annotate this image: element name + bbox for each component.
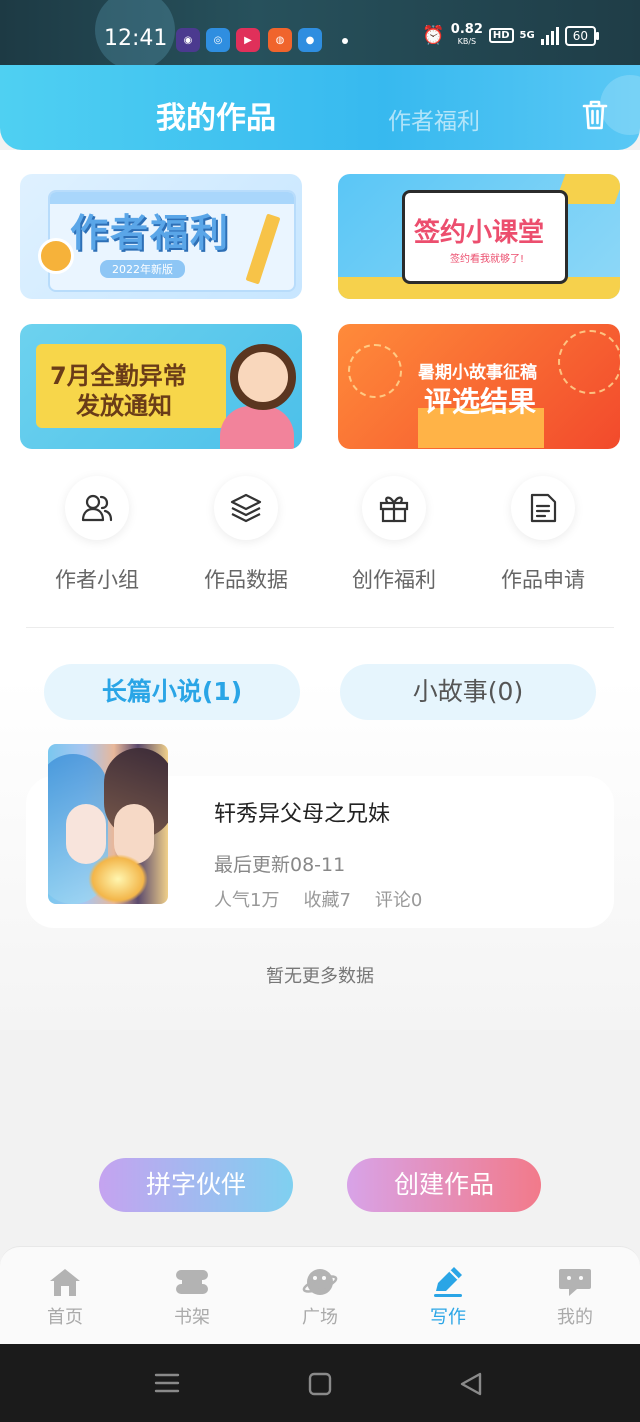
alarm-icon: ⏰ bbox=[422, 25, 445, 46]
alarm-clock-illustration bbox=[38, 238, 74, 274]
girl-illustration-body bbox=[220, 406, 294, 449]
menu-work-application[interactable]: 作品申请 bbox=[473, 476, 613, 594]
signal-icon bbox=[540, 26, 559, 45]
tab-label: 广场 bbox=[302, 1307, 338, 1328]
tab-short-stories[interactable]: 小故事(0) bbox=[340, 664, 596, 720]
system-navigation-bar bbox=[0, 1344, 640, 1422]
top-header: 我的作品 作者福利 bbox=[0, 65, 640, 150]
menu-work-data[interactable]: 作品数据 bbox=[176, 476, 316, 594]
net-speed: 0.82 KB/S bbox=[450, 22, 483, 47]
menu-icon[interactable] bbox=[154, 1372, 180, 1394]
tab-home[interactable]: 首页 bbox=[15, 1265, 115, 1329]
banner-subtitle: 2022年新版 bbox=[100, 260, 185, 278]
section-divider bbox=[26, 627, 614, 628]
app-notification-icon: ● bbox=[298, 28, 322, 52]
work-comments: 评论0 bbox=[374, 890, 423, 911]
book-cover-image[interactable] bbox=[48, 744, 168, 904]
menu-label: 作品数据 bbox=[204, 568, 288, 592]
banner-title: 签约小课堂 bbox=[414, 218, 545, 248]
firework-decoration bbox=[558, 330, 620, 394]
tab-long-novels[interactable]: 长篇小说(1) bbox=[44, 664, 300, 720]
banner-story-contest-results[interactable]: 暑期小故事征稿 评选结果 bbox=[338, 324, 620, 449]
girl-illustration-head bbox=[230, 344, 296, 410]
home-square-icon[interactable] bbox=[308, 1372, 332, 1396]
work-stats: 人气1万 收藏7 评论0 bbox=[214, 886, 422, 912]
chat-face-icon bbox=[555, 1265, 595, 1299]
banner-title: 作者福利 bbox=[70, 211, 231, 255]
network-type: 5G bbox=[519, 30, 535, 41]
tab-label: 写作 bbox=[430, 1307, 466, 1328]
app-notification-icon: ▶ bbox=[236, 28, 260, 52]
tab-label: 我的 bbox=[557, 1307, 593, 1328]
firework-decoration bbox=[348, 344, 402, 398]
bottom-tab-bar: 首页 书架 广场 写作 我的 bbox=[0, 1246, 640, 1345]
net-speed-unit: KB/S bbox=[457, 37, 477, 46]
create-work-button[interactable]: 创建作品 bbox=[347, 1158, 541, 1212]
planet-icon bbox=[300, 1265, 340, 1299]
banner-title-line2: 评选结果 bbox=[424, 385, 537, 418]
tab-bookshelf[interactable]: 书架 bbox=[142, 1265, 242, 1329]
tab-writing[interactable]: 写作 bbox=[398, 1265, 498, 1329]
work-favorites: 收藏7 bbox=[303, 890, 351, 911]
menu-label: 作品申请 bbox=[501, 568, 585, 592]
no-more-data-text: 暂无更多数据 bbox=[266, 966, 374, 987]
app-notification-icon: ◎ bbox=[206, 28, 230, 52]
menu-creation-benefits[interactable]: 创作福利 bbox=[324, 476, 464, 594]
tab-author-benefits[interactable]: 作者福利 bbox=[388, 102, 480, 136]
bookshelf-icon bbox=[172, 1265, 212, 1299]
document-icon bbox=[511, 476, 575, 540]
more-notifications-dot bbox=[342, 38, 348, 44]
work-last-updated: 最后更新08-11 bbox=[214, 854, 346, 876]
banner-author-benefits[interactable]: 作者福利 2022年新版 bbox=[20, 174, 302, 299]
banner-subtitle: 签约看我就够了! bbox=[450, 254, 525, 265]
home-icon bbox=[45, 1265, 85, 1299]
status-time: 12:41 bbox=[104, 26, 168, 51]
pen-icon bbox=[428, 1265, 468, 1299]
tab-mine[interactable]: 我的 bbox=[525, 1265, 625, 1329]
tab-label: 书架 bbox=[174, 1307, 210, 1328]
hd-badge: HD bbox=[488, 28, 514, 43]
banner-attendance-notice[interactable]: 7月全勤异常 发放通知 bbox=[20, 324, 302, 449]
app-notification-icon: ◍ bbox=[268, 28, 292, 52]
banner-title-line2: 发放通知 bbox=[76, 392, 172, 420]
writing-partner-button[interactable]: 拼字伙伴 bbox=[99, 1158, 293, 1212]
menu-author-group[interactable]: 作者小组 bbox=[27, 476, 167, 594]
net-speed-value: 0.82 bbox=[450, 22, 483, 37]
menu-label: 作者小组 bbox=[55, 568, 139, 592]
layers-icon bbox=[214, 476, 278, 540]
battery-indicator: 60 bbox=[564, 25, 600, 46]
tab-plaza[interactable]: 广场 bbox=[270, 1265, 370, 1329]
work-title: 轩秀异父母之兄妹 bbox=[214, 802, 391, 827]
app-notification-icon: ◉ bbox=[176, 28, 200, 52]
gift-icon bbox=[362, 476, 426, 540]
banner-signing-class[interactable]: 签约小课堂 签约看我就够了! bbox=[338, 174, 620, 299]
work-popularity: 人气1万 bbox=[214, 890, 280, 911]
trash-icon[interactable] bbox=[580, 99, 610, 131]
status-indicators: ⏰ 0.82 KB/S HD 5G 60 bbox=[422, 22, 600, 47]
users-icon bbox=[65, 476, 129, 540]
tab-label: 首页 bbox=[47, 1307, 83, 1328]
menu-label: 创作福利 bbox=[352, 568, 436, 592]
tab-my-works[interactable]: 我的作品 bbox=[156, 93, 276, 137]
back-icon[interactable] bbox=[458, 1371, 484, 1397]
